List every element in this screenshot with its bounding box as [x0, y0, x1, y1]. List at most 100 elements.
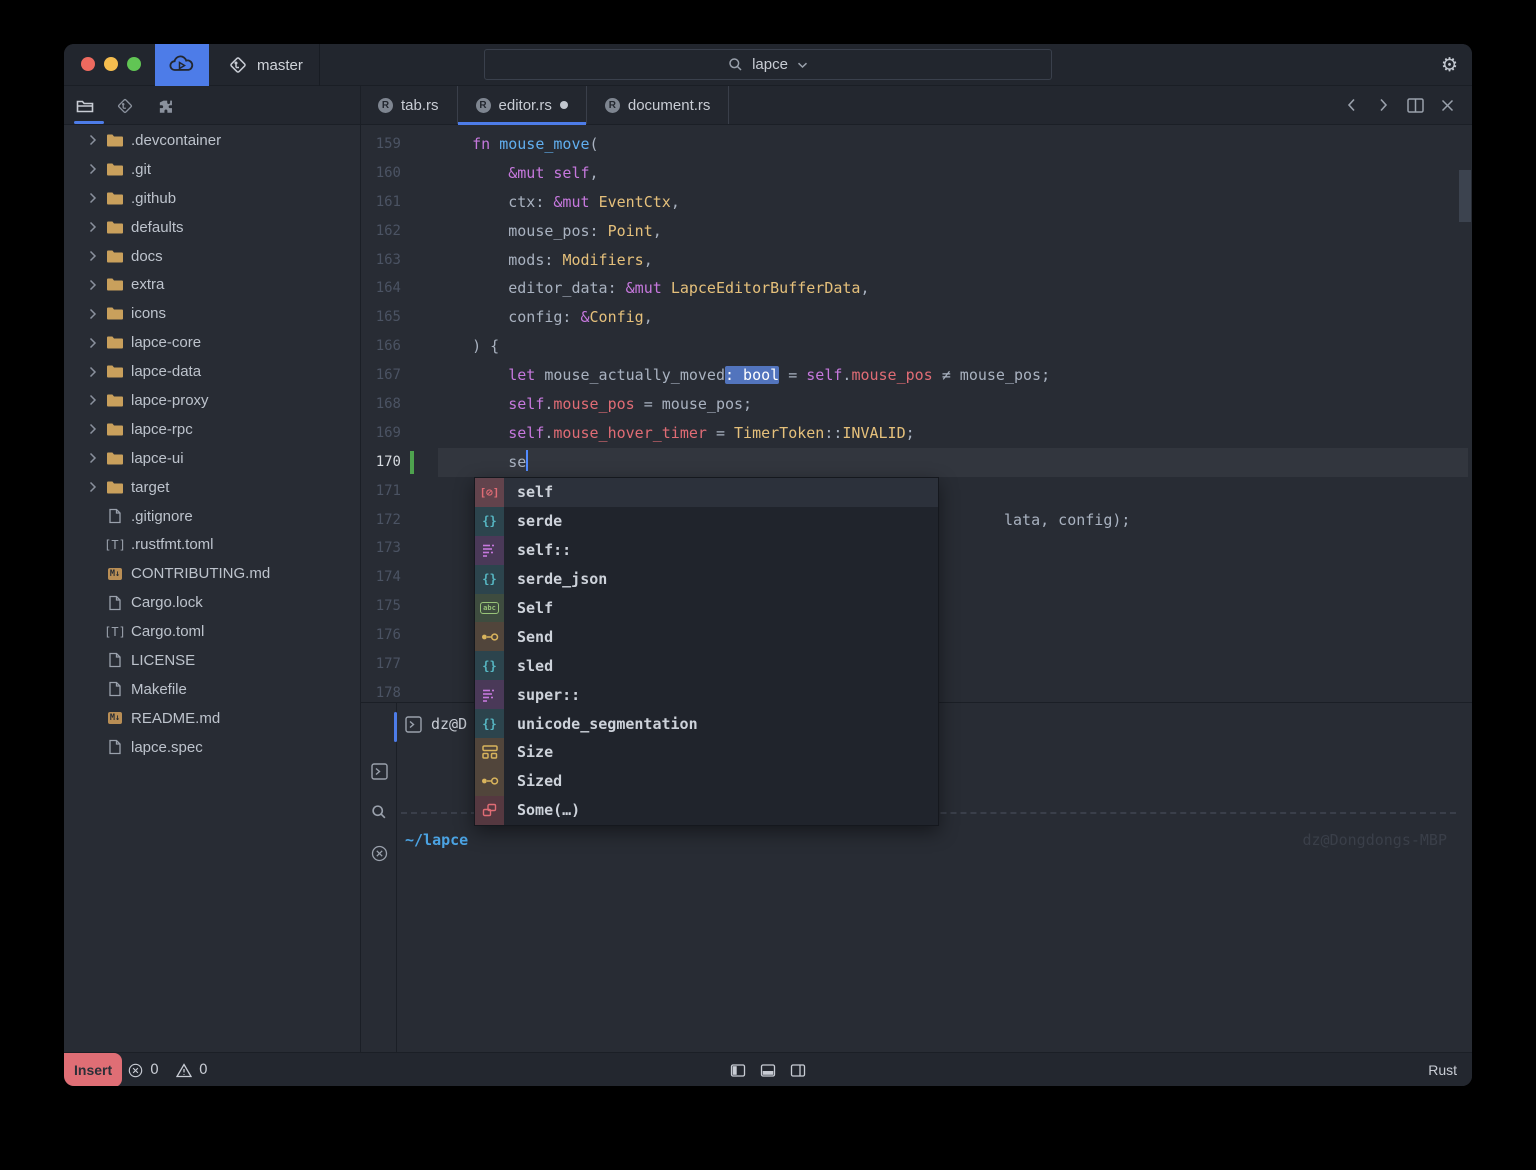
code-line-166: ) {: [436, 332, 1050, 361]
editor-tab-editor-rs[interactable]: Reditor.rs: [458, 86, 587, 124]
settings-button[interactable]: ⚙: [1441, 44, 1458, 86]
line-number: 166: [361, 332, 401, 361]
chevron-right-icon: [88, 481, 102, 493]
tree-file-Makefile[interactable]: Makefile: [64, 675, 360, 704]
completion-item-Send[interactable]: Send: [475, 622, 938, 651]
explorer-tab[interactable]: [75, 96, 95, 116]
editor-tab-document-rs[interactable]: Rdocument.rs: [587, 86, 730, 124]
completion-item-sled[interactable]: {}sled: [475, 651, 938, 680]
line-number: 160: [361, 159, 401, 188]
completion-item-super-[interactable]: super::: [475, 680, 938, 709]
line-number: 159: [361, 130, 401, 159]
nav-back-button[interactable]: [1340, 94, 1362, 116]
line-number: 172: [361, 506, 401, 535]
zoom-window-button[interactable]: [127, 57, 141, 71]
editor-tab-tab-rs[interactable]: Rtab.rs: [360, 86, 458, 124]
completion-label: super::: [504, 680, 580, 709]
tree-item-label: CONTRIBUTING.md: [131, 565, 270, 582]
module-kind-icon: {}: [475, 651, 504, 680]
tree-item-label: README.md: [131, 710, 220, 727]
tree-folder--git[interactable]: .git: [64, 155, 360, 184]
split-editor-button[interactable]: [1404, 94, 1426, 116]
completion-item-Sized[interactable]: Sized: [475, 767, 938, 796]
tree-item-label: lapce.spec: [131, 739, 203, 756]
tree-folder-defaults[interactable]: defaults: [64, 213, 360, 242]
tree-folder-lapce-core[interactable]: lapce-core: [64, 328, 360, 357]
rust-file-icon: R: [605, 98, 620, 113]
terminal-panel-icon[interactable]: [369, 761, 389, 781]
tree-folder-lapce-ui[interactable]: lapce-ui: [64, 444, 360, 473]
line-number: 173: [361, 534, 401, 563]
line-number-gutter: 1591601611621631641651661671681691701711…: [361, 130, 401, 702]
code-line-164: editor_data: &mut LapceEditorBufferData,: [436, 274, 1050, 303]
problems-panel-icon[interactable]: [369, 843, 389, 863]
errors-icon[interactable]: [128, 1063, 143, 1078]
tree-file-LICENSE[interactable]: LICENSE: [64, 646, 360, 675]
tree-file-Cargo-toml[interactable]: [T]Cargo.toml: [64, 617, 360, 646]
tab-label: document.rs: [628, 97, 711, 114]
language-mode[interactable]: Rust: [1428, 1053, 1457, 1086]
plugins-tab[interactable]: [156, 96, 176, 116]
source-control-tab[interactable]: [115, 96, 135, 116]
tree-item-label: .gitignore: [131, 508, 193, 525]
tree-folder-lapce-data[interactable]: lapce-data: [64, 357, 360, 386]
code-line-168: self.mouse_pos = mouse_pos;: [436, 390, 1050, 419]
completion-item-Self[interactable]: abcSelf: [475, 594, 938, 623]
search-icon: [728, 57, 743, 72]
active-rail-indicator: [74, 121, 104, 124]
completion-item-Size[interactable]: Size: [475, 738, 938, 767]
search-panel-icon[interactable]: [369, 802, 389, 822]
folder-icon: [105, 191, 125, 206]
chevron-right-icon: [88, 134, 102, 146]
tree-folder-extra[interactable]: extra: [64, 270, 360, 299]
folder-icon: [105, 133, 125, 148]
warnings-icon[interactable]: [176, 1063, 192, 1078]
tree-item-label: lapce-proxy: [131, 392, 209, 409]
completion-label: Self: [504, 594, 553, 623]
chevron-right-icon: [88, 423, 102, 435]
tree-file-README-md[interactable]: M↓README.md: [64, 704, 360, 733]
tree-folder-docs[interactable]: docs: [64, 242, 360, 271]
text-cursor: [526, 450, 528, 471]
completion-label: unicode_segmentation: [504, 709, 698, 738]
tree-item-label: lapce-core: [131, 334, 201, 351]
git-branch-selector[interactable]: master: [214, 44, 317, 86]
remote-connect-button[interactable]: [155, 44, 209, 86]
completion-item-serde_json[interactable]: {}serde_json: [475, 565, 938, 594]
line-number: 168: [361, 390, 401, 419]
folder-icon: [105, 364, 125, 379]
folder-icon: [105, 335, 125, 350]
chevron-right-icon: [88, 221, 102, 233]
close-window-button[interactable]: [81, 57, 95, 71]
tree-folder-lapce-rpc[interactable]: lapce-rpc: [64, 415, 360, 444]
tree-file--rustfmt-toml[interactable]: [T].rustfmt.toml: [64, 530, 360, 559]
code-line-160: &mut self,: [436, 159, 1050, 188]
completion-item-serde[interactable]: {}serde: [475, 507, 938, 536]
tree-file-Cargo-lock[interactable]: Cargo.lock: [64, 588, 360, 617]
toggle-bottom-panel-button[interactable]: [761, 1064, 776, 1077]
nav-forward-button[interactable]: [1372, 94, 1394, 116]
terminal-tab[interactable]: dz@D: [405, 715, 475, 733]
code-line-162: mouse_pos: Point,: [436, 217, 1050, 246]
command-palette-input[interactable]: lapce: [484, 49, 1052, 80]
toggle-right-panel-button[interactable]: [791, 1064, 806, 1077]
tree-folder--github[interactable]: .github: [64, 184, 360, 213]
tree-folder-icons[interactable]: icons: [64, 299, 360, 328]
completion-item-Some-[interactable]: Some(…): [475, 796, 938, 825]
tree-folder-lapce-proxy[interactable]: lapce-proxy: [64, 386, 360, 415]
tree-folder-target[interactable]: target: [64, 473, 360, 502]
tree-folder--devcontainer[interactable]: .devcontainer: [64, 126, 360, 155]
tree-file--gitignore[interactable]: .gitignore: [64, 502, 360, 531]
cloud-play-icon: [168, 55, 196, 75]
tree-file-lapce-spec[interactable]: lapce.spec: [64, 733, 360, 762]
minimize-window-button[interactable]: [104, 57, 118, 71]
editor-scrollbar[interactable]: [1459, 170, 1471, 222]
tree-file-CONTRIBUTING-md[interactable]: M↓CONTRIBUTING.md: [64, 559, 360, 588]
completion-label: Some(…): [504, 796, 580, 825]
toggle-left-panel-button[interactable]: [731, 1064, 746, 1077]
close-editor-button[interactable]: [1436, 94, 1458, 116]
completion-item-unicode_segmentation[interactable]: {}unicode_segmentation: [475, 709, 938, 738]
tree-item-label: Cargo.lock: [131, 594, 203, 611]
completion-item-self-[interactable]: self::: [475, 536, 938, 565]
completion-item-self[interactable]: [⊘]self: [475, 478, 938, 507]
